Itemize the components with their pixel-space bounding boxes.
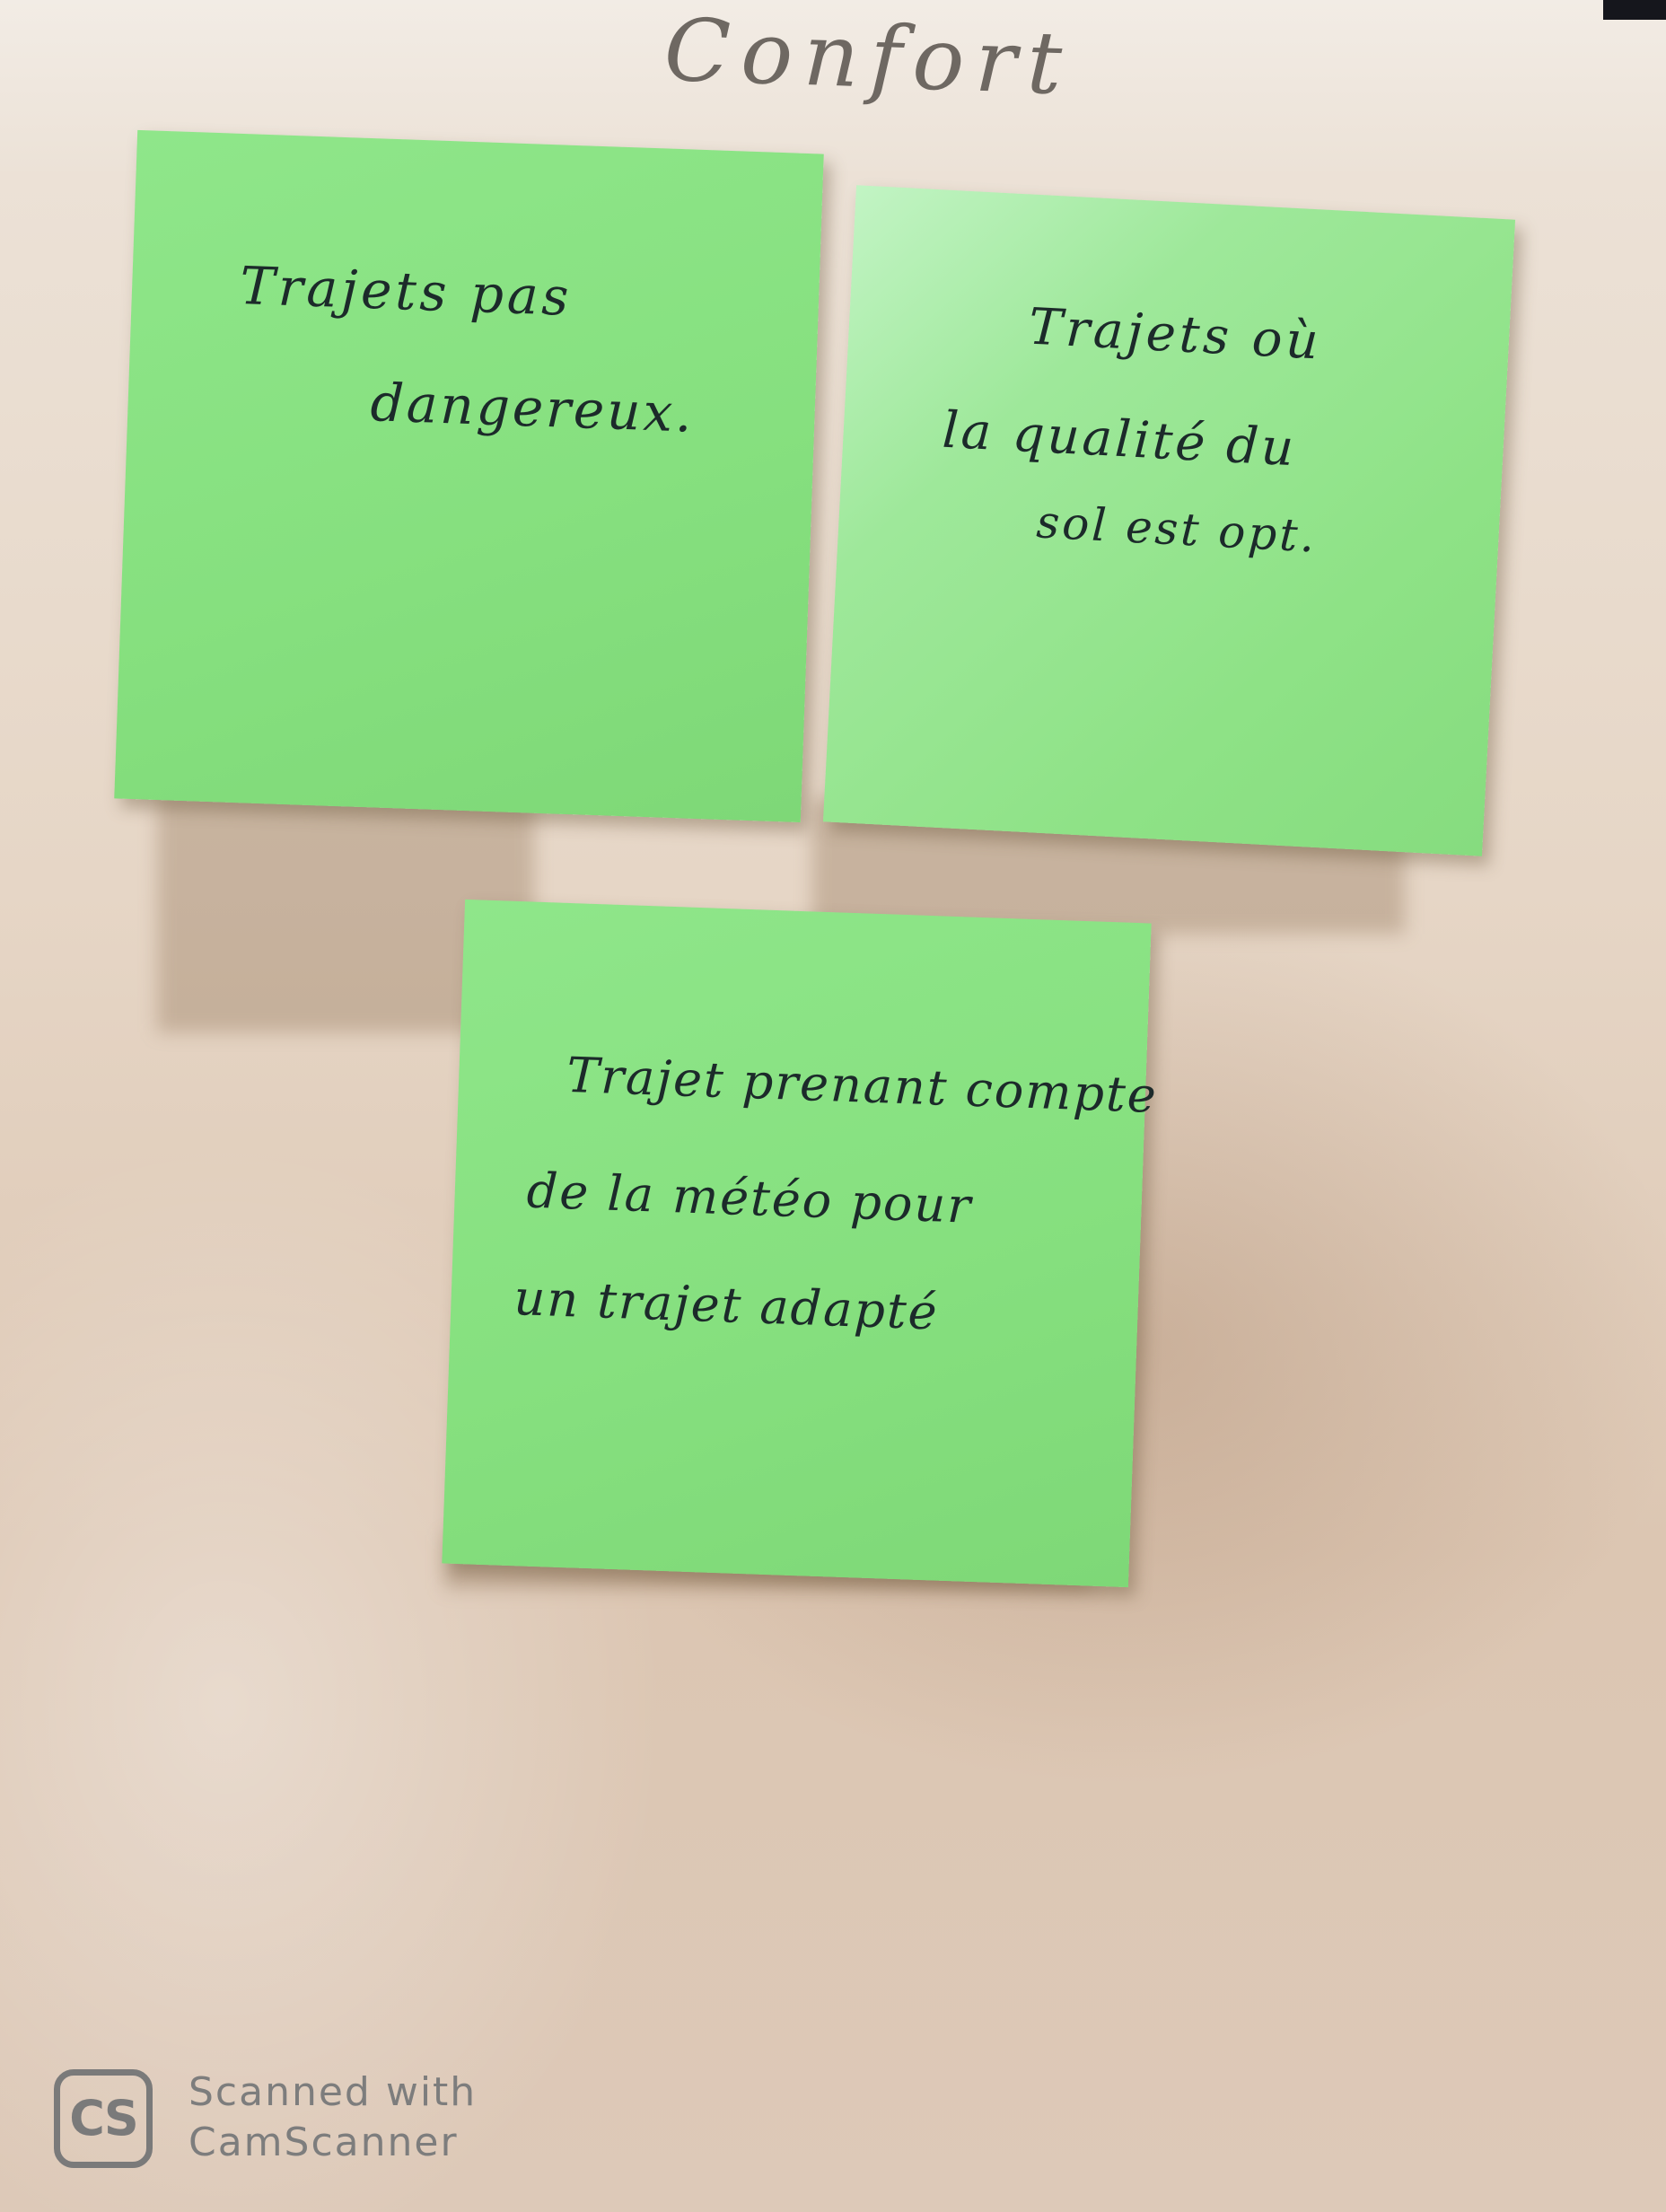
note-text: de la météo pour (525, 1162, 974, 1234)
note-text: dangereux. (369, 372, 696, 444)
watermark-line-1: Scanned with (189, 2069, 478, 2115)
camscanner-watermark: CS Scanned with CamScanner (54, 2069, 521, 2177)
note-text: Trajets pas (239, 254, 574, 328)
note-text: Trajets où (1027, 297, 1324, 372)
dark-corner (1603, 0, 1666, 20)
note-text: Trajet prenant compte (566, 1046, 1159, 1124)
note-text: sol est opt. (1035, 496, 1319, 563)
sticky-note-2: Trajets où la qualité du sol est opt. (822, 185, 1516, 856)
watermark-line-2: CamScanner (189, 2120, 459, 2165)
sticky-note-1: Trajets pas dangereux. (114, 129, 824, 823)
note-text: la qualité du (941, 400, 1298, 478)
sticky-note-3: Trajet prenant compte de la météo pour u… (442, 899, 1159, 1588)
heading-confort: Confort (662, 0, 1074, 115)
note-text: un trajet adapté (513, 1269, 940, 1341)
camscanner-logo-icon: CS (54, 2069, 153, 2168)
